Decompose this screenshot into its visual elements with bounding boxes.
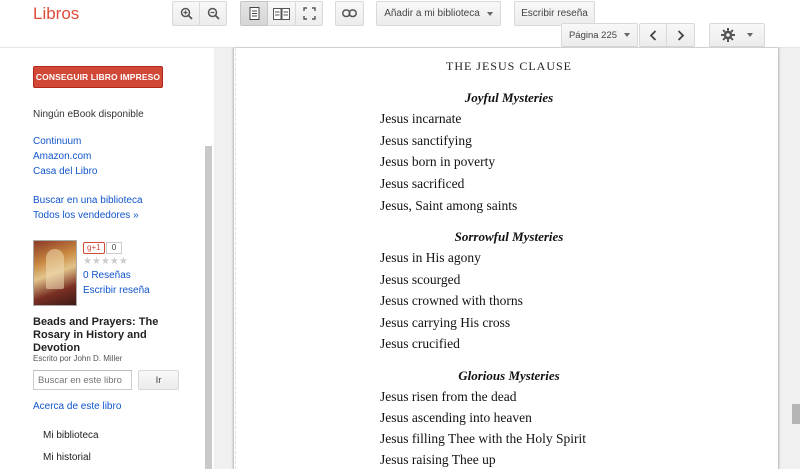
write-review-label: Escribir reseña <box>521 8 588 19</box>
section-title-joyful: Joyful Mysteries <box>464 90 554 105</box>
fullscreen-button[interactable] <box>296 1 323 26</box>
seller-link-continuum[interactable]: Continuum <box>33 136 81 147</box>
nav-my-history[interactable]: Mi historial <box>43 452 91 463</box>
gear-icon <box>721 28 735 42</box>
dropdown-caret-icon <box>624 33 631 37</box>
add-to-library-label: Añadir a mi biblioteca <box>384 8 480 19</box>
rating-stars[interactable]: ★★★★★ <box>83 256 128 267</box>
zoom-in-button[interactable] <box>172 1 200 26</box>
zoom-in-icon <box>180 7 193 20</box>
all-sellers-link[interactable]: Todos los vendedores » <box>33 210 139 221</box>
search-in-book-input[interactable] <box>33 370 132 390</box>
reader-scrollbar-thumb[interactable] <box>792 404 800 424</box>
google-plus-one-button[interactable]: g+1 <box>83 242 105 254</box>
text-line: Jesus ascending into heaven <box>380 410 532 425</box>
two-page-icon <box>273 7 290 20</box>
no-ebook-text: Ningún eBook disponible <box>33 109 144 120</box>
page-select[interactable]: Página 225 <box>561 23 638 47</box>
nav-my-library[interactable]: Mi biblioteca <box>43 430 99 441</box>
section-title-sorrowful: Sorrowful Mysteries <box>454 229 564 244</box>
link-button[interactable] <box>335 1 364 26</box>
write-review-link[interactable]: Escribir reseña <box>83 285 150 296</box>
zoom-out-icon <box>207 7 220 20</box>
app-title[interactable]: Libros <box>33 4 79 24</box>
sidebar-scrollbar-thumb[interactable] <box>205 146 212 469</box>
next-page-button[interactable] <box>667 23 695 47</box>
book-cover-thumbnail[interactable] <box>33 240 77 306</box>
book-author: Escrito por John D. Miller <box>33 354 123 363</box>
text-line: Jesus raising Thee up <box>380 452 496 467</box>
running-head: THE JESUS CLAUSE <box>445 59 572 73</box>
dropdown-caret-icon <box>486 11 493 16</box>
text-line: Jesus in His agony <box>380 250 481 265</box>
plus-one-count: 0 <box>106 242 122 254</box>
text-line: Jesus crucified <box>380 336 460 351</box>
text-line: Jesus carrying His cross <box>380 315 511 330</box>
single-page-icon <box>249 7 259 20</box>
seller-link-casa-del-libro[interactable]: Casa del Libro <box>33 166 97 177</box>
previous-page-button[interactable] <box>639 23 667 47</box>
dropdown-caret-icon <box>747 33 753 37</box>
search-go-button[interactable]: Ir <box>138 370 179 390</box>
find-in-library-link[interactable]: Buscar en una biblioteca <box>33 195 143 206</box>
about-this-book-link[interactable]: Acerca de este libro <box>33 401 121 412</box>
fullscreen-icon <box>302 7 316 20</box>
book-reader: THE JESUS CLAUSE Joyful Mysteries Jesus … <box>214 48 800 469</box>
page-content: THE JESUS CLAUSE Joyful Mysteries Jesus … <box>235 48 777 469</box>
book-title: Beads and Prayers: The Rosary in History… <box>33 316 159 354</box>
section-title-glorious: Glorious Mysteries <box>458 368 560 383</box>
book-page: THE JESUS CLAUSE Joyful Mysteries Jesus … <box>233 48 779 469</box>
add-to-library-button[interactable]: Añadir a mi biblioteca <box>376 1 501 26</box>
text-line: Jesus incarnate <box>380 111 462 126</box>
chevron-right-icon <box>677 29 684 41</box>
settings-button[interactable] <box>709 23 765 47</box>
text-line: Jesus filling Thee with the Holy Spirit <box>380 431 586 446</box>
link-icon <box>342 9 357 18</box>
text-line: Jesus risen from the dead <box>380 389 517 404</box>
text-line: Jesus crowned with thorns <box>380 293 523 308</box>
two-page-view-button[interactable] <box>268 1 296 26</box>
text-line: Jesus born in poverty <box>380 154 496 169</box>
text-line: Jesus, Saint among saints <box>380 198 518 213</box>
text-line: Jesus scourged <box>380 272 461 287</box>
chevron-left-icon <box>649 29 657 41</box>
seller-link-amazon[interactable]: Amazon.com <box>33 151 91 162</box>
text-line: Jesus sacrificed <box>380 176 465 191</box>
page-select-label: Página 225 <box>568 29 618 41</box>
left-sidebar: CONSEGUIR LIBRO IMPRESO Ningún eBook dis… <box>0 48 212 469</box>
text-line: Jesus sanctifying <box>380 133 472 148</box>
zoom-out-button[interactable] <box>200 1 227 26</box>
single-page-view-button[interactable] <box>240 1 268 26</box>
reviews-link[interactable]: 0 Reseñas <box>83 270 131 281</box>
get-print-book-button[interactable]: CONSEGUIR LIBRO IMPRESO <box>33 66 163 88</box>
